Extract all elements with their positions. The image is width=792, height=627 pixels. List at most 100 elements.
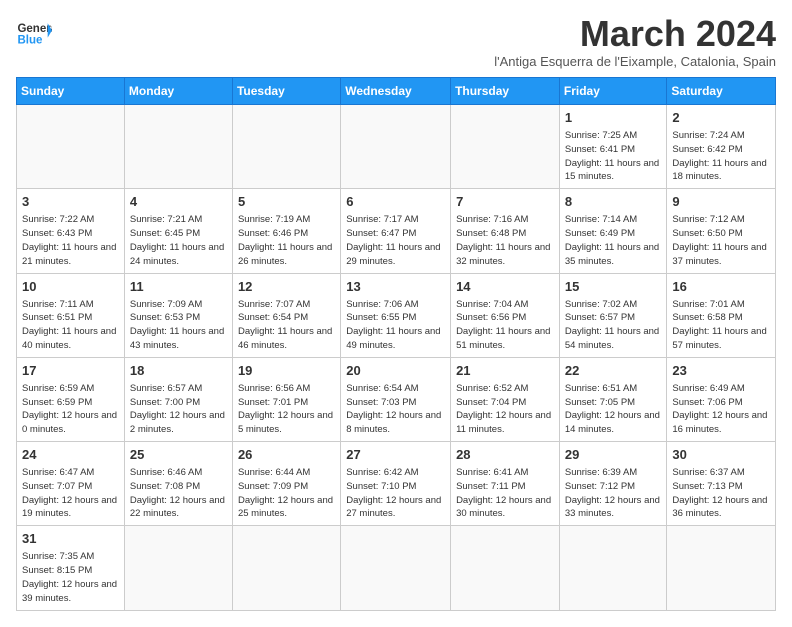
calendar-cell: [451, 105, 560, 189]
day-number: 25: [130, 446, 227, 464]
day-number: 27: [346, 446, 445, 464]
day-number: 13: [346, 278, 445, 296]
calendar-cell: [341, 526, 451, 610]
calendar-cell: [232, 526, 340, 610]
calendar-cell: [232, 105, 340, 189]
day-number: 19: [238, 362, 335, 380]
svg-text:Blue: Blue: [17, 34, 43, 46]
day-number: 17: [22, 362, 119, 380]
calendar-week-row: 10 Sunrise: 7:11 AM Sunset: 6:51 PM Dayli…: [17, 273, 776, 357]
day-info: Sunrise: 7:04 AM Sunset: 6:56 PM Dayligh…: [456, 298, 554, 353]
day-number: 29: [565, 446, 662, 464]
calendar-cell: 25 Sunrise: 6:46 AM Sunset: 7:08 PM Dayli…: [124, 442, 232, 526]
day-info: Sunrise: 6:47 AM Sunset: 7:07 PM Dayligh…: [22, 466, 119, 521]
day-info: Sunrise: 7:12 AM Sunset: 6:50 PM Dayligh…: [672, 213, 770, 268]
day-info: Sunrise: 7:09 AM Sunset: 6:53 PM Dayligh…: [130, 298, 227, 353]
day-number: 21: [456, 362, 554, 380]
calendar-cell: 26 Sunrise: 6:44 AM Sunset: 7:09 PM Dayli…: [232, 442, 340, 526]
calendar-cell: 23 Sunrise: 6:49 AM Sunset: 7:06 PM Dayli…: [667, 357, 776, 441]
day-info: Sunrise: 7:07 AM Sunset: 6:54 PM Dayligh…: [238, 298, 335, 353]
day-number: 14: [456, 278, 554, 296]
day-info: Sunrise: 6:51 AM Sunset: 7:05 PM Dayligh…: [565, 382, 662, 437]
day-info: Sunrise: 6:37 AM Sunset: 7:13 PM Dayligh…: [672, 466, 770, 521]
day-number: 5: [238, 193, 335, 211]
day-info: Sunrise: 6:42 AM Sunset: 7:10 PM Dayligh…: [346, 466, 445, 521]
logo: General Blue: [16, 16, 52, 52]
day-number: 24: [22, 446, 119, 464]
calendar-cell: 28 Sunrise: 6:41 AM Sunset: 7:11 PM Dayli…: [451, 442, 560, 526]
col-header-tuesday: Tuesday: [232, 78, 340, 105]
calendar-cell: [559, 526, 667, 610]
day-number: 10: [22, 278, 119, 296]
day-number: 3: [22, 193, 119, 211]
calendar-week-row: 17 Sunrise: 6:59 AM Sunset: 6:59 PM Dayli…: [17, 357, 776, 441]
calendar-cell: 20Sunrise: 6:54 AM Sunset: 7:03 PM Dayli…: [341, 357, 451, 441]
calendar-cell: 10 Sunrise: 7:11 AM Sunset: 6:51 PM Dayli…: [17, 273, 125, 357]
day-number: 11: [130, 278, 227, 296]
day-info: Sunrise: 6:54 AM Sunset: 7:03 PM Dayligh…: [346, 382, 445, 437]
day-info: Sunrise: 6:52 AM Sunset: 7:04 PM Dayligh…: [456, 382, 554, 437]
calendar-cell: 31Sunrise: 7:35 AM Sunset: 8:15 PM Dayli…: [17, 526, 125, 610]
day-info: Sunrise: 7:06 AM Sunset: 6:55 PM Dayligh…: [346, 298, 445, 353]
day-info: Sunrise: 6:44 AM Sunset: 7:09 PM Dayligh…: [238, 466, 335, 521]
day-info: Sunrise: 7:17 AM Sunset: 6:47 PM Dayligh…: [346, 213, 445, 268]
day-info: Sunrise: 6:49 AM Sunset: 7:06 PM Dayligh…: [672, 382, 770, 437]
day-number: 16: [672, 278, 770, 296]
month-title: March 2024: [494, 16, 776, 52]
calendar-cell: 2Sunrise: 7:24 AM Sunset: 6:42 PM Daylig…: [667, 105, 776, 189]
day-info: Sunrise: 6:57 AM Sunset: 7:00 PM Dayligh…: [130, 382, 227, 437]
day-info: Sunrise: 7:35 AM Sunset: 8:15 PM Dayligh…: [22, 550, 119, 605]
calendar-cell: 18Sunrise: 6:57 AM Sunset: 7:00 PM Dayli…: [124, 357, 232, 441]
day-info: Sunrise: 7:19 AM Sunset: 6:46 PM Dayligh…: [238, 213, 335, 268]
calendar-cell: 4 Sunrise: 7:21 AM Sunset: 6:45 PM Daylig…: [124, 189, 232, 273]
day-info: Sunrise: 6:56 AM Sunset: 7:01 PM Dayligh…: [238, 382, 335, 437]
calendar-cell: 11 Sunrise: 7:09 AM Sunset: 6:53 PM Dayli…: [124, 273, 232, 357]
calendar-week-row: 1 Sunrise: 7:25 AM Sunset: 6:41 PM Daylig…: [17, 105, 776, 189]
calendar-header-row: SundayMondayTuesdayWednesdayThursdayFrid…: [17, 78, 776, 105]
calendar-cell: 17 Sunrise: 6:59 AM Sunset: 6:59 PM Dayli…: [17, 357, 125, 441]
day-info: Sunrise: 6:59 AM Sunset: 6:59 PM Dayligh…: [22, 382, 119, 437]
calendar-cell: 27 Sunrise: 6:42 AM Sunset: 7:10 PM Dayli…: [341, 442, 451, 526]
calendar-cell: 9 Sunrise: 7:12 AM Sunset: 6:50 PM Daylig…: [667, 189, 776, 273]
day-info: Sunrise: 6:41 AM Sunset: 7:11 PM Dayligh…: [456, 466, 554, 521]
calendar-cell: 14 Sunrise: 7:04 AM Sunset: 6:56 PM Dayli…: [451, 273, 560, 357]
logo-icon: General Blue: [16, 16, 52, 52]
col-header-wednesday: Wednesday: [341, 78, 451, 105]
svg-text:General: General: [17, 23, 52, 35]
col-header-friday: Friday: [559, 78, 667, 105]
calendar-week-row: 3 Sunrise: 7:22 AM Sunset: 6:43 PM Daylig…: [17, 189, 776, 273]
calendar-cell: [124, 105, 232, 189]
calendar-cell: 29 Sunrise: 6:39 AM Sunset: 7:12 PM Dayli…: [559, 442, 667, 526]
day-number: 8: [565, 193, 662, 211]
day-number: 12: [238, 278, 335, 296]
calendar-cell: [341, 105, 451, 189]
day-number: 9: [672, 193, 770, 211]
day-info: Sunrise: 7:25 AM Sunset: 6:41 PM Dayligh…: [565, 129, 662, 184]
calendar-cell: 22Sunrise: 6:51 AM Sunset: 7:05 PM Dayli…: [559, 357, 667, 441]
day-info: Sunrise: 7:01 AM Sunset: 6:58 PM Dayligh…: [672, 298, 770, 353]
day-info: Sunrise: 7:02 AM Sunset: 6:57 PM Dayligh…: [565, 298, 662, 353]
calendar-cell: 13 Sunrise: 7:06 AM Sunset: 6:55 PM Dayli…: [341, 273, 451, 357]
calendar-cell: 6 Sunrise: 7:17 AM Sunset: 6:47 PM Daylig…: [341, 189, 451, 273]
subtitle: l'Antiga Esquerra de l'Eixample, Catalon…: [494, 54, 776, 69]
day-number: 23: [672, 362, 770, 380]
day-info: Sunrise: 7:22 AM Sunset: 6:43 PM Dayligh…: [22, 213, 119, 268]
day-info: Sunrise: 6:39 AM Sunset: 7:12 PM Dayligh…: [565, 466, 662, 521]
day-number: 28: [456, 446, 554, 464]
calendar-cell: 19 Sunrise: 6:56 AM Sunset: 7:01 PM Dayli…: [232, 357, 340, 441]
calendar-cell: [124, 526, 232, 610]
day-info: Sunrise: 7:14 AM Sunset: 6:49 PM Dayligh…: [565, 213, 662, 268]
calendar-cell: 3 Sunrise: 7:22 AM Sunset: 6:43 PM Daylig…: [17, 189, 125, 273]
day-number: 26: [238, 446, 335, 464]
calendar-cell: 16 Sunrise: 7:01 AM Sunset: 6:58 PM Dayli…: [667, 273, 776, 357]
day-info: Sunrise: 6:46 AM Sunset: 7:08 PM Dayligh…: [130, 466, 227, 521]
calendar-cell: 12 Sunrise: 7:07 AM Sunset: 6:54 PM Dayli…: [232, 273, 340, 357]
day-info: Sunrise: 7:11 AM Sunset: 6:51 PM Dayligh…: [22, 298, 119, 353]
calendar-cell: 8 Sunrise: 7:14 AM Sunset: 6:49 PM Daylig…: [559, 189, 667, 273]
day-number: 6: [346, 193, 445, 211]
day-info: Sunrise: 7:21 AM Sunset: 6:45 PM Dayligh…: [130, 213, 227, 268]
page-header: General Blue March 2024 l'Antiga Esquerr…: [16, 16, 776, 69]
calendar-cell: [451, 526, 560, 610]
day-number: 4: [130, 193, 227, 211]
day-number: 1: [565, 109, 662, 127]
